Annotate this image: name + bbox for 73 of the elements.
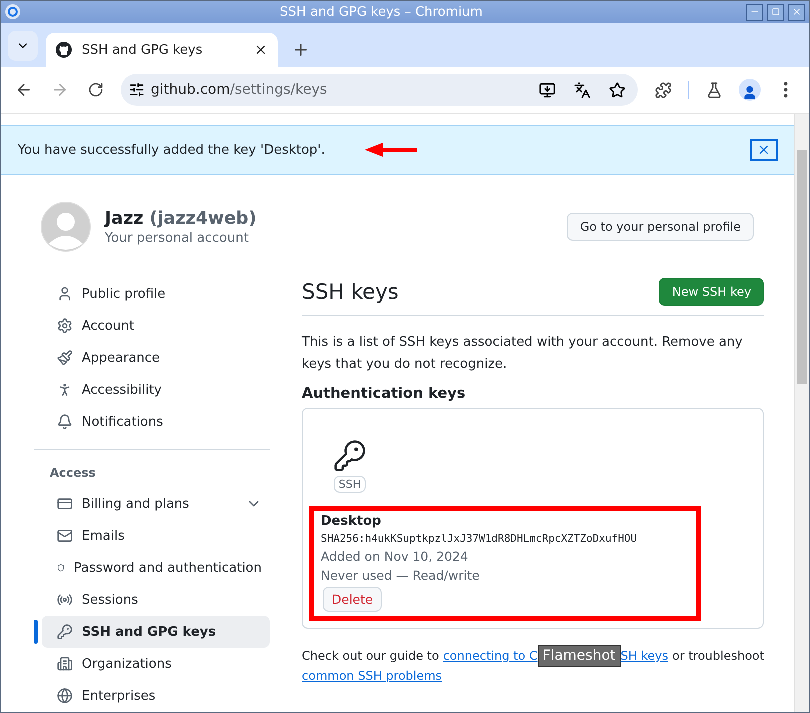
sidebar-icon — [57, 496, 73, 512]
sidebar-icon — [57, 318, 73, 334]
key-name: Desktop — [321, 514, 382, 529]
section-heading: Access — [49, 465, 97, 482]
key-fingerprint: SHA256:h4ukKSuptkpzlJxJ37W1dR8DHLmcRpcXZTZoDxufHOU — [321, 533, 638, 545]
delete-button[interactable]: Delete — [323, 587, 382, 612]
sidebar-item[interactable]: Organizations — [42, 648, 270, 680]
arrow-annotation-icon — [365, 143, 418, 157]
account-subtitle: Your personal account — [105, 230, 250, 246]
troubleshoot-link[interactable]: common SSH problems — [302, 669, 442, 683]
cat-logo-icon — [56, 42, 72, 58]
sidebar-icon — [57, 528, 73, 544]
site-settings-icon[interactable] — [129, 82, 145, 98]
address-bar[interactable]: github.com/settings/keys — [121, 74, 638, 106]
sidebar-item[interactable]: Password and authentication — [42, 552, 270, 584]
sidebar-item[interactable]: Emails — [42, 520, 270, 552]
sidebar-item[interactable]: Notifications — [42, 406, 270, 438]
selection-indicator — [34, 620, 38, 644]
guide-link[interactable]: SH keys — [620, 649, 668, 663]
bookmark-star-icon[interactable] — [609, 82, 626, 98]
url-text: github.com/settings/keys — [151, 82, 328, 98]
sidebar-item[interactable]: Appearance — [42, 342, 270, 374]
close-button[interactable] — [788, 4, 805, 20]
install-icon[interactable] — [539, 82, 556, 98]
plus-icon — [292, 41, 310, 59]
minimize-button[interactable] — [746, 4, 763, 20]
scrollbar[interactable] — [794, 114, 809, 712]
sidebar-item[interactable]: Sessions — [42, 584, 270, 616]
key-type-label: SSH — [334, 476, 366, 493]
close-button[interactable] — [750, 139, 778, 161]
sidebar-icon — [57, 624, 73, 640]
sidebar-item[interactable]: Accessibility — [42, 374, 270, 406]
added-date: Added on Nov 10, 2024 — [321, 549, 470, 564]
profile-button[interactable]: Go to your personal profile — [567, 213, 754, 241]
sidebar-item[interactable]: Enterprises — [42, 680, 270, 712]
sidebar-item[interactable]: Billing and plans — [42, 488, 270, 520]
avatar-icon — [41, 202, 91, 252]
translate-icon[interactable] — [574, 82, 591, 98]
page-title: SSH keys — [302, 280, 399, 304]
sidebar-icon — [57, 688, 73, 704]
sidebar-icon — [57, 350, 73, 366]
reload-icon — [88, 82, 104, 98]
flask-icon — [706, 82, 722, 98]
puzzle-icon — [654, 82, 672, 98]
browser-logo-icon — [5, 4, 21, 20]
description: This is a list of SSH keys associated with your account. Remove any keys that you do not recognize. — [302, 334, 744, 374]
maximize-button[interactable] — [767, 4, 784, 20]
close-icon — [792, 7, 802, 17]
sidebar-item[interactable]: Public profile — [42, 278, 270, 310]
key-usage: Never used — Read/write — [321, 568, 481, 583]
guide-text: Check out our guide to — [302, 649, 440, 663]
close-tab-icon[interactable] — [254, 43, 268, 57]
sidebar-icon — [57, 286, 73, 302]
guide-link[interactable]: connecting to C — [443, 649, 538, 663]
guide-text: or troubleshoot — [672, 649, 764, 663]
banner-message: You have successfully added the key 'Desktop'. — [18, 142, 326, 158]
sidebar-icon — [57, 592, 73, 608]
sidebar-icon — [57, 414, 73, 430]
menu-icon — [784, 82, 788, 98]
maximize-icon — [772, 8, 780, 16]
new-key-button[interactable]: New SSH key — [659, 278, 764, 306]
key-icon — [333, 439, 367, 473]
account-name: Jazz (jazz4web) — [105, 208, 258, 228]
window-title: SSH and GPG keys – Chromium — [279, 4, 484, 20]
tooltip: Flameshot — [538, 645, 621, 667]
sidebar-item[interactable]: Account — [42, 310, 270, 342]
browser-tab[interactable]: SSH and GPG keys — [46, 33, 278, 67]
scrollbar-thumb[interactable] — [797, 150, 807, 384]
avatar-icon — [739, 79, 761, 101]
sidebar-icon — [57, 656, 73, 672]
section-title: Authentication keys — [302, 386, 467, 402]
close-icon — [757, 143, 771, 157]
forward-arrow-icon — [51, 81, 69, 99]
